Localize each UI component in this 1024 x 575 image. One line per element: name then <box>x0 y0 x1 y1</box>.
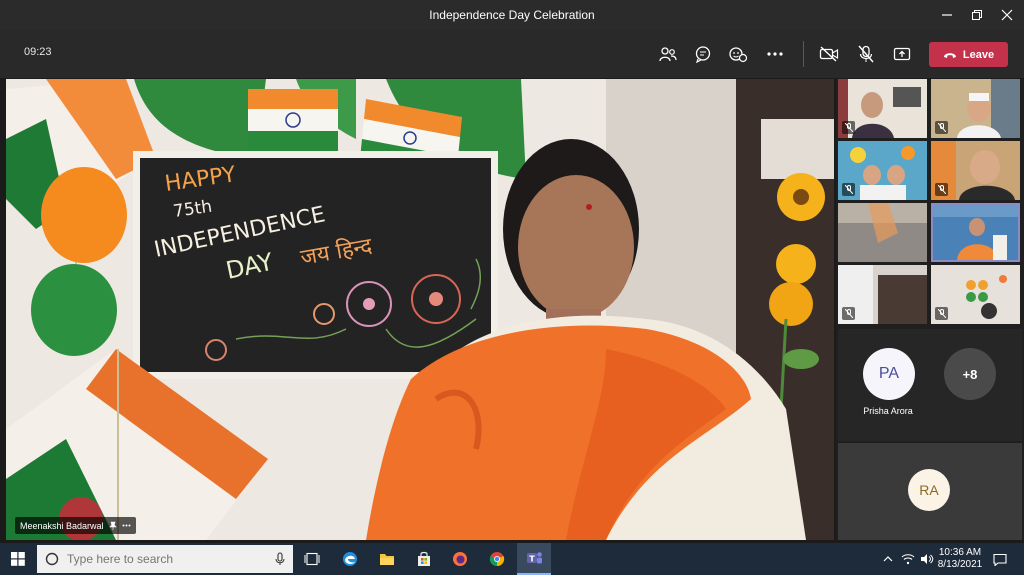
chevron-up-icon <box>883 556 893 562</box>
network-status-button[interactable] <box>899 543 917 575</box>
participant-tile-ra[interactable]: RA <box>838 443 1022 540</box>
flag-left <box>248 89 338 153</box>
minimize-button[interactable] <box>930 0 964 30</box>
participant-name: Prisha Arora <box>863 406 913 416</box>
show-hidden-icons-button[interactable] <box>880 543 896 575</box>
muted-mic-icon <box>935 121 948 134</box>
more-actions-button[interactable] <box>761 40 789 68</box>
notification-icon <box>993 553 1007 566</box>
participant-gallery: PA Prisha Arora +8 RA <box>836 79 1024 540</box>
muted-mic-icon <box>935 183 948 196</box>
participant-video-thumb-active[interactable] <box>931 203 1020 262</box>
more-participants-count[interactable]: +8 <box>944 348 996 400</box>
avatar-pa: PA <box>863 348 915 400</box>
meeting-timer: 09:23 <box>24 46 52 58</box>
toolbar-divider <box>803 41 804 67</box>
participants-button[interactable] <box>654 40 682 68</box>
people-icon <box>659 47 677 62</box>
muted-mic-icon <box>842 183 855 196</box>
teams-icon: T <box>527 552 542 564</box>
muted-mic-icon <box>842 307 855 320</box>
muted-mic-icon <box>842 121 855 134</box>
more-options-icon[interactable] <box>122 524 131 527</box>
taskbar-search-input[interactable] <box>67 552 257 566</box>
raise-hand-icon <box>729 47 748 63</box>
speaker-icon <box>921 554 934 564</box>
store-app-button[interactable] <box>410 543 438 575</box>
chat-icon <box>695 46 711 63</box>
task-view-button[interactable] <box>298 543 326 575</box>
task-view-icon <box>304 552 320 566</box>
start-button[interactable] <box>5 543 31 575</box>
svg-text:T: T <box>529 555 535 564</box>
taskbar-clock[interactable]: 10:36 AM 8/13/2021 <box>937 547 983 571</box>
camera-off-icon <box>819 46 839 62</box>
teams-meeting-window: Independence Day Celebration 09:23 Leave… <box>0 0 1024 575</box>
chrome-icon <box>489 552 505 567</box>
participant-video-thumb[interactable] <box>838 141 927 200</box>
share-content-button[interactable] <box>888 40 916 68</box>
more-icon <box>767 52 783 56</box>
camera-toggle-button[interactable] <box>815 40 843 68</box>
participant-video-thumb[interactable] <box>931 79 1020 138</box>
pin-icon <box>108 521 117 530</box>
edge-icon <box>343 552 357 566</box>
chrome-app-button[interactable] <box>483 543 511 575</box>
minimize-icon <box>942 14 952 16</box>
speaker-name-tag: Meenakshi Badarwal <box>15 517 136 534</box>
restore-button[interactable] <box>960 0 994 30</box>
participant-video-thumb[interactable] <box>838 79 927 138</box>
meeting-toolbar: 09:23 Leave <box>0 30 1024 78</box>
hang-up-icon <box>943 52 956 58</box>
clock-time: 10:36 AM <box>938 547 982 558</box>
participant-video-thumb[interactable] <box>931 265 1020 324</box>
muted-mic-icon <box>935 307 948 320</box>
chat-button[interactable] <box>689 40 717 68</box>
restore-icon <box>972 10 982 20</box>
reactions-button[interactable] <box>724 40 752 68</box>
teams-app-button[interactable]: T <box>517 543 551 575</box>
close-window-button[interactable] <box>990 0 1024 30</box>
participant-video-thumb[interactable] <box>838 203 927 262</box>
windows-taskbar: T 10:36 AM 8/13/2021 <box>0 543 1024 575</box>
clock-date: 8/13/2021 <box>937 559 983 570</box>
participant-video-thumb[interactable] <box>838 265 927 324</box>
microphone-icon <box>275 552 285 565</box>
share-screen-icon <box>893 47 911 61</box>
window-title-bar: Independence Day Celebration <box>0 0 1024 30</box>
leave-button[interactable]: Leave <box>929 42 1008 67</box>
wifi-icon <box>901 554 915 565</box>
folder-icon <box>380 554 394 565</box>
volume-button[interactable] <box>918 543 936 575</box>
speaker-name: Meenakshi Badarwal <box>20 520 104 531</box>
leave-label: Leave <box>962 48 995 61</box>
search-icon <box>45 552 59 566</box>
notifications-button[interactable] <box>990 543 1010 575</box>
taskbar-search-box[interactable] <box>37 545 293 573</box>
mic-toggle-button[interactable] <box>852 40 880 68</box>
mic-off-icon <box>858 45 874 63</box>
windows-logo-icon <box>11 552 25 566</box>
firefox-icon <box>453 552 467 566</box>
participant-tile-prisha[interactable]: PA Prisha Arora +8 <box>838 329 1022 441</box>
store-icon <box>418 551 430 566</box>
close-icon <box>1001 9 1013 21</box>
edge-app-button[interactable] <box>336 543 364 575</box>
window-title: Independence Day Celebration <box>429 8 595 22</box>
speaker-video-frame: HAPPY 75th INDEPENDENCE DAY जय हिन्द <box>6 79 834 540</box>
firefox-app-button[interactable] <box>446 543 474 575</box>
file-explorer-button[interactable] <box>373 543 401 575</box>
main-video-stage[interactable]: HAPPY 75th INDEPENDENCE DAY जय हिन्द Mee… <box>6 79 834 540</box>
participant-video-thumb[interactable] <box>931 141 1020 200</box>
avatar-ra: RA <box>908 469 950 511</box>
